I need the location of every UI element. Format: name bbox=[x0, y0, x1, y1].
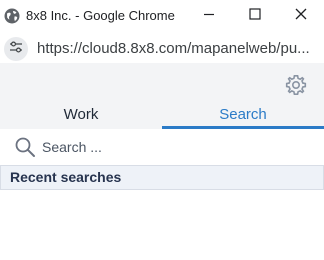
url-text[interactable]: https://cloud8.8x8.com/mapanelweb/pu... bbox=[37, 41, 310, 57]
search-icon bbox=[14, 136, 36, 158]
recent-searches-header: Recent searches bbox=[0, 165, 324, 190]
gear-icon[interactable] bbox=[284, 73, 308, 97]
window-title: 8x8 Inc. - Google Chrome bbox=[26, 8, 175, 23]
window-titlebar: 8x8 Inc. - Google Chrome bbox=[0, 0, 324, 33]
minimize-button[interactable] bbox=[199, 6, 219, 26]
close-button[interactable] bbox=[291, 6, 311, 26]
maximize-button[interactable] bbox=[245, 6, 265, 26]
search-input[interactable] bbox=[42, 136, 312, 158]
tab-work[interactable]: Work bbox=[0, 103, 162, 129]
address-bar: https://cloud8.8x8.com/mapanelweb/pu... bbox=[0, 33, 324, 63]
close-icon bbox=[294, 7, 308, 26]
globe-icon bbox=[4, 8, 20, 24]
minimize-icon bbox=[202, 7, 216, 26]
tab-work-label: Work bbox=[63, 106, 99, 123]
recent-searches-label: Recent searches bbox=[10, 169, 122, 185]
site-info-button[interactable] bbox=[4, 37, 28, 61]
tab-search[interactable]: Search bbox=[162, 103, 324, 129]
tune-icon bbox=[9, 40, 23, 59]
app-header: Work Search bbox=[0, 63, 324, 129]
search-bar bbox=[0, 129, 324, 165]
app-panel: Work Search Recent searches bbox=[0, 63, 324, 260]
tab-search-label: Search bbox=[219, 106, 267, 123]
maximize-icon bbox=[248, 7, 262, 26]
